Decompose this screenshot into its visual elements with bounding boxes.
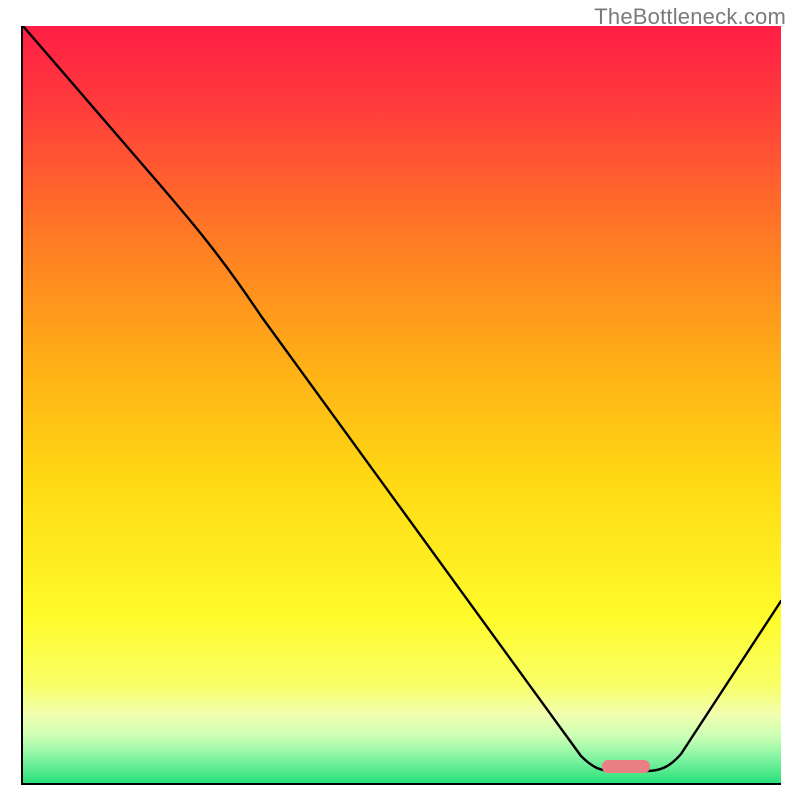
- chart-plot-area: [21, 26, 781, 786]
- optimum-marker: [602, 760, 650, 773]
- chart-svg: [21, 26, 781, 786]
- chart-background: [23, 26, 781, 783]
